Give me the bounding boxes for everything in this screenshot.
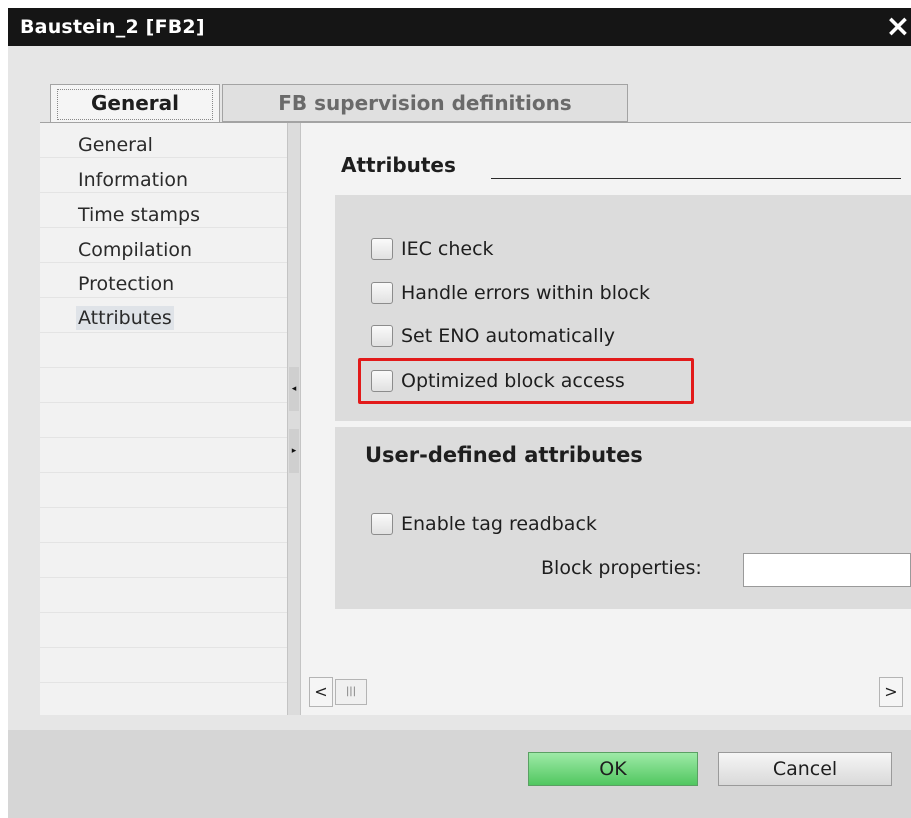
optimized-block-access-option[interactable]: Optimized block access <box>371 370 625 392</box>
title-bar: Baustein_2 [FB2] × <box>8 8 911 46</box>
tab-focus-rect <box>57 89 213 120</box>
properties-dialog: Baustein_2 [FB2] × General FB supervisio… <box>8 8 911 818</box>
user-defined-attributes-group: User-defined attributes Enable tag readb… <box>335 427 911 609</box>
set-eno-checkbox[interactable] <box>371 325 393 347</box>
set-eno-label: Set ENO automatically <box>401 325 615 347</box>
nav-item-general[interactable]: General <box>76 133 155 157</box>
collapse-arrow-icon[interactable]: ◂ <box>289 367 299 411</box>
user-defined-attributes-title: User-defined attributes <box>365 443 643 467</box>
tab-content: General Information Time stamps Compilat… <box>40 122 911 715</box>
property-nav: General Information Time stamps Compilat… <box>40 123 287 715</box>
enable-tag-readback-option[interactable]: Enable tag readback <box>371 513 597 535</box>
iec-check-checkbox[interactable] <box>371 238 393 260</box>
handle-errors-label: Handle errors within block <box>401 282 651 304</box>
attributes-panel: Attributes IEC check Handle errors withi… <box>301 123 911 715</box>
enable-tag-readback-checkbox[interactable] <box>371 513 393 535</box>
scroll-left-icon[interactable]: < <box>309 677 333 707</box>
scroll-right-icon[interactable]: > <box>879 677 903 707</box>
attributes-section-title: Attributes <box>341 153 456 177</box>
nav-item-time-stamps[interactable]: Time stamps <box>76 203 202 227</box>
attributes-group: IEC check Handle errors within block Set… <box>335 195 911 421</box>
close-icon[interactable]: × <box>883 10 911 44</box>
section-divider <box>491 178 901 179</box>
block-properties-label: Block properties: <box>541 557 702 579</box>
nav-item-information[interactable]: Information <box>76 168 190 192</box>
optimized-block-access-checkbox[interactable] <box>371 370 393 392</box>
ok-button[interactable]: OK <box>528 752 698 786</box>
optimized-block-access-label: Optimized block access <box>401 370 625 392</box>
tab-general[interactable]: General <box>50 84 220 124</box>
handle-errors-option[interactable]: Handle errors within block <box>371 282 650 304</box>
horizontal-scrollbar[interactable]: < ||| > <box>309 677 903 707</box>
tab-fb-supervision-definitions[interactable]: FB supervision definitions <box>222 84 628 122</box>
scroll-thumb[interactable]: ||| <box>335 679 367 705</box>
window-title: Baustein_2 [FB2] <box>20 16 205 38</box>
iec-check-option[interactable]: IEC check <box>371 238 494 260</box>
dialog-footer: OK Cancel <box>8 730 911 818</box>
nav-splitter[interactable]: ◂ ▸ <box>287 123 301 715</box>
block-properties-field[interactable] <box>743 553 911 587</box>
nav-item-compilation[interactable]: Compilation <box>76 238 194 262</box>
handle-errors-checkbox[interactable] <box>371 282 393 304</box>
expand-arrow-icon[interactable]: ▸ <box>289 429 299 473</box>
tab-fb-supervision-label: FB supervision definitions <box>278 91 572 115</box>
cancel-button[interactable]: Cancel <box>718 752 892 786</box>
nav-item-attributes[interactable]: Attributes <box>76 306 174 330</box>
iec-check-label: IEC check <box>401 238 494 260</box>
enable-tag-readback-label: Enable tag readback <box>401 513 597 535</box>
set-eno-option[interactable]: Set ENO automatically <box>371 325 615 347</box>
nav-item-protection[interactable]: Protection <box>76 272 176 296</box>
